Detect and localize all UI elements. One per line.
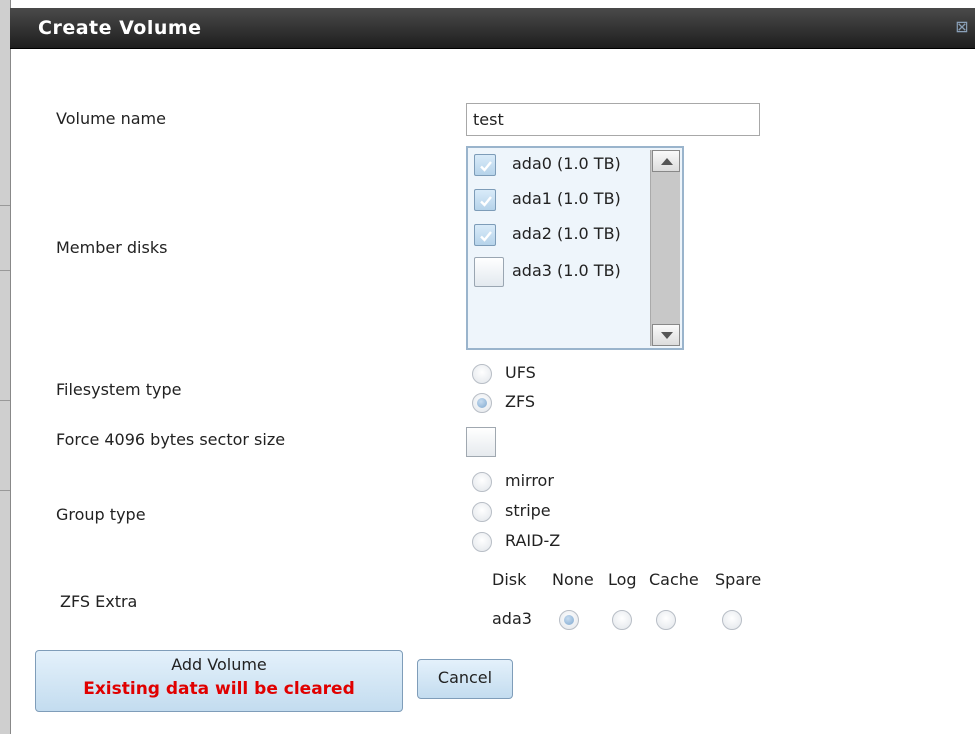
checkmark-icon <box>480 196 492 207</box>
radio-mirror-label: mirror <box>505 471 554 490</box>
checkbox-ada3[interactable] <box>474 257 504 287</box>
arrow-up-icon <box>661 158 673 165</box>
radio-zfs[interactable] <box>472 393 492 413</box>
volume-name-input[interactable] <box>466 103 760 136</box>
checkbox-ada2[interactable] <box>474 224 496 246</box>
disk-label: ada3 (1.0 TB) <box>512 261 621 280</box>
zfs-extra-header-none: None <box>552 570 594 589</box>
edge-tick <box>0 205 10 206</box>
zfs-extra-disk-ada3: ada3 <box>492 609 532 628</box>
dialog-title: Create Volume <box>38 17 202 39</box>
add-volume-button[interactable]: Add Volume Existing data will be cleared <box>35 650 403 712</box>
edge-tick <box>0 270 10 271</box>
group-type-label: Group type <box>56 505 146 524</box>
member-disks-listbox[interactable]: ada0 (1.0 TB) ada1 (1.0 TB) ada2 (1.0 TB… <box>466 146 684 350</box>
checkbox-ada1[interactable] <box>474 189 496 211</box>
zfs-extra-label: ZFS Extra <box>60 592 138 611</box>
disk-option-ada1[interactable]: ada1 (1.0 TB) <box>474 185 658 215</box>
dialog-titlebar[interactable]: Create Volume ⊠ <box>10 8 975 49</box>
radio-ada3-none[interactable] <box>559 610 579 630</box>
radio-ada3-cache[interactable] <box>656 610 676 630</box>
radio-stripe[interactable] <box>472 502 492 522</box>
filesystem-type-label: Filesystem type <box>56 380 182 399</box>
radio-stripe-label: stripe <box>505 501 551 520</box>
background-window-edge <box>0 0 11 734</box>
disk-option-ada2[interactable]: ada2 (1.0 TB) <box>474 220 658 250</box>
add-volume-warning: Existing data will be cleared <box>83 679 355 699</box>
disk-option-ada3[interactable]: ada3 (1.0 TB) <box>474 257 658 287</box>
add-volume-label: Add Volume <box>171 655 267 674</box>
checkmark-icon <box>480 161 492 172</box>
radio-ufs-label: UFS <box>505 363 536 382</box>
edge-tick <box>0 490 10 491</box>
checkbox-ada0[interactable] <box>474 154 496 176</box>
radio-raidz[interactable] <box>472 532 492 552</box>
radio-raidz-label: RAID-Z <box>505 531 561 550</box>
volume-name-label: Volume name <box>56 109 166 128</box>
scroll-up-button[interactable] <box>652 150 680 172</box>
cancel-button[interactable]: Cancel <box>417 659 513 699</box>
disk-option-ada0[interactable]: ada0 (1.0 TB) <box>474 150 658 180</box>
radio-ufs[interactable] <box>472 364 492 384</box>
radio-ada3-spare[interactable] <box>722 610 742 630</box>
force-4096-label: Force 4096 bytes sector size <box>56 430 286 449</box>
disk-label: ada1 (1.0 TB) <box>512 189 621 208</box>
disk-label: ada2 (1.0 TB) <box>512 224 621 243</box>
cancel-label: Cancel <box>437 668 493 687</box>
radio-ada3-log[interactable] <box>612 610 632 630</box>
radio-zfs-label: ZFS <box>505 392 536 411</box>
disk-label: ada0 (1.0 TB) <box>512 154 621 173</box>
listbox-scrollbar[interactable] <box>650 150 680 346</box>
force-4096-checkbox[interactable] <box>466 427 496 457</box>
checkmark-icon <box>480 231 492 242</box>
edge-tick <box>0 400 10 401</box>
scroll-down-button[interactable] <box>652 324 680 346</box>
zfs-extra-header-cache: Cache <box>649 570 699 589</box>
radio-mirror[interactable] <box>472 472 492 492</box>
zfs-extra-header-disk: Disk <box>492 570 527 589</box>
member-disks-label: Member disks <box>56 238 168 257</box>
zfs-extra-header-spare: Spare <box>715 570 762 589</box>
zfs-extra-header-log: Log <box>608 570 637 589</box>
arrow-down-icon <box>661 332 673 339</box>
close-icon[interactable]: ⊠ <box>953 18 971 36</box>
